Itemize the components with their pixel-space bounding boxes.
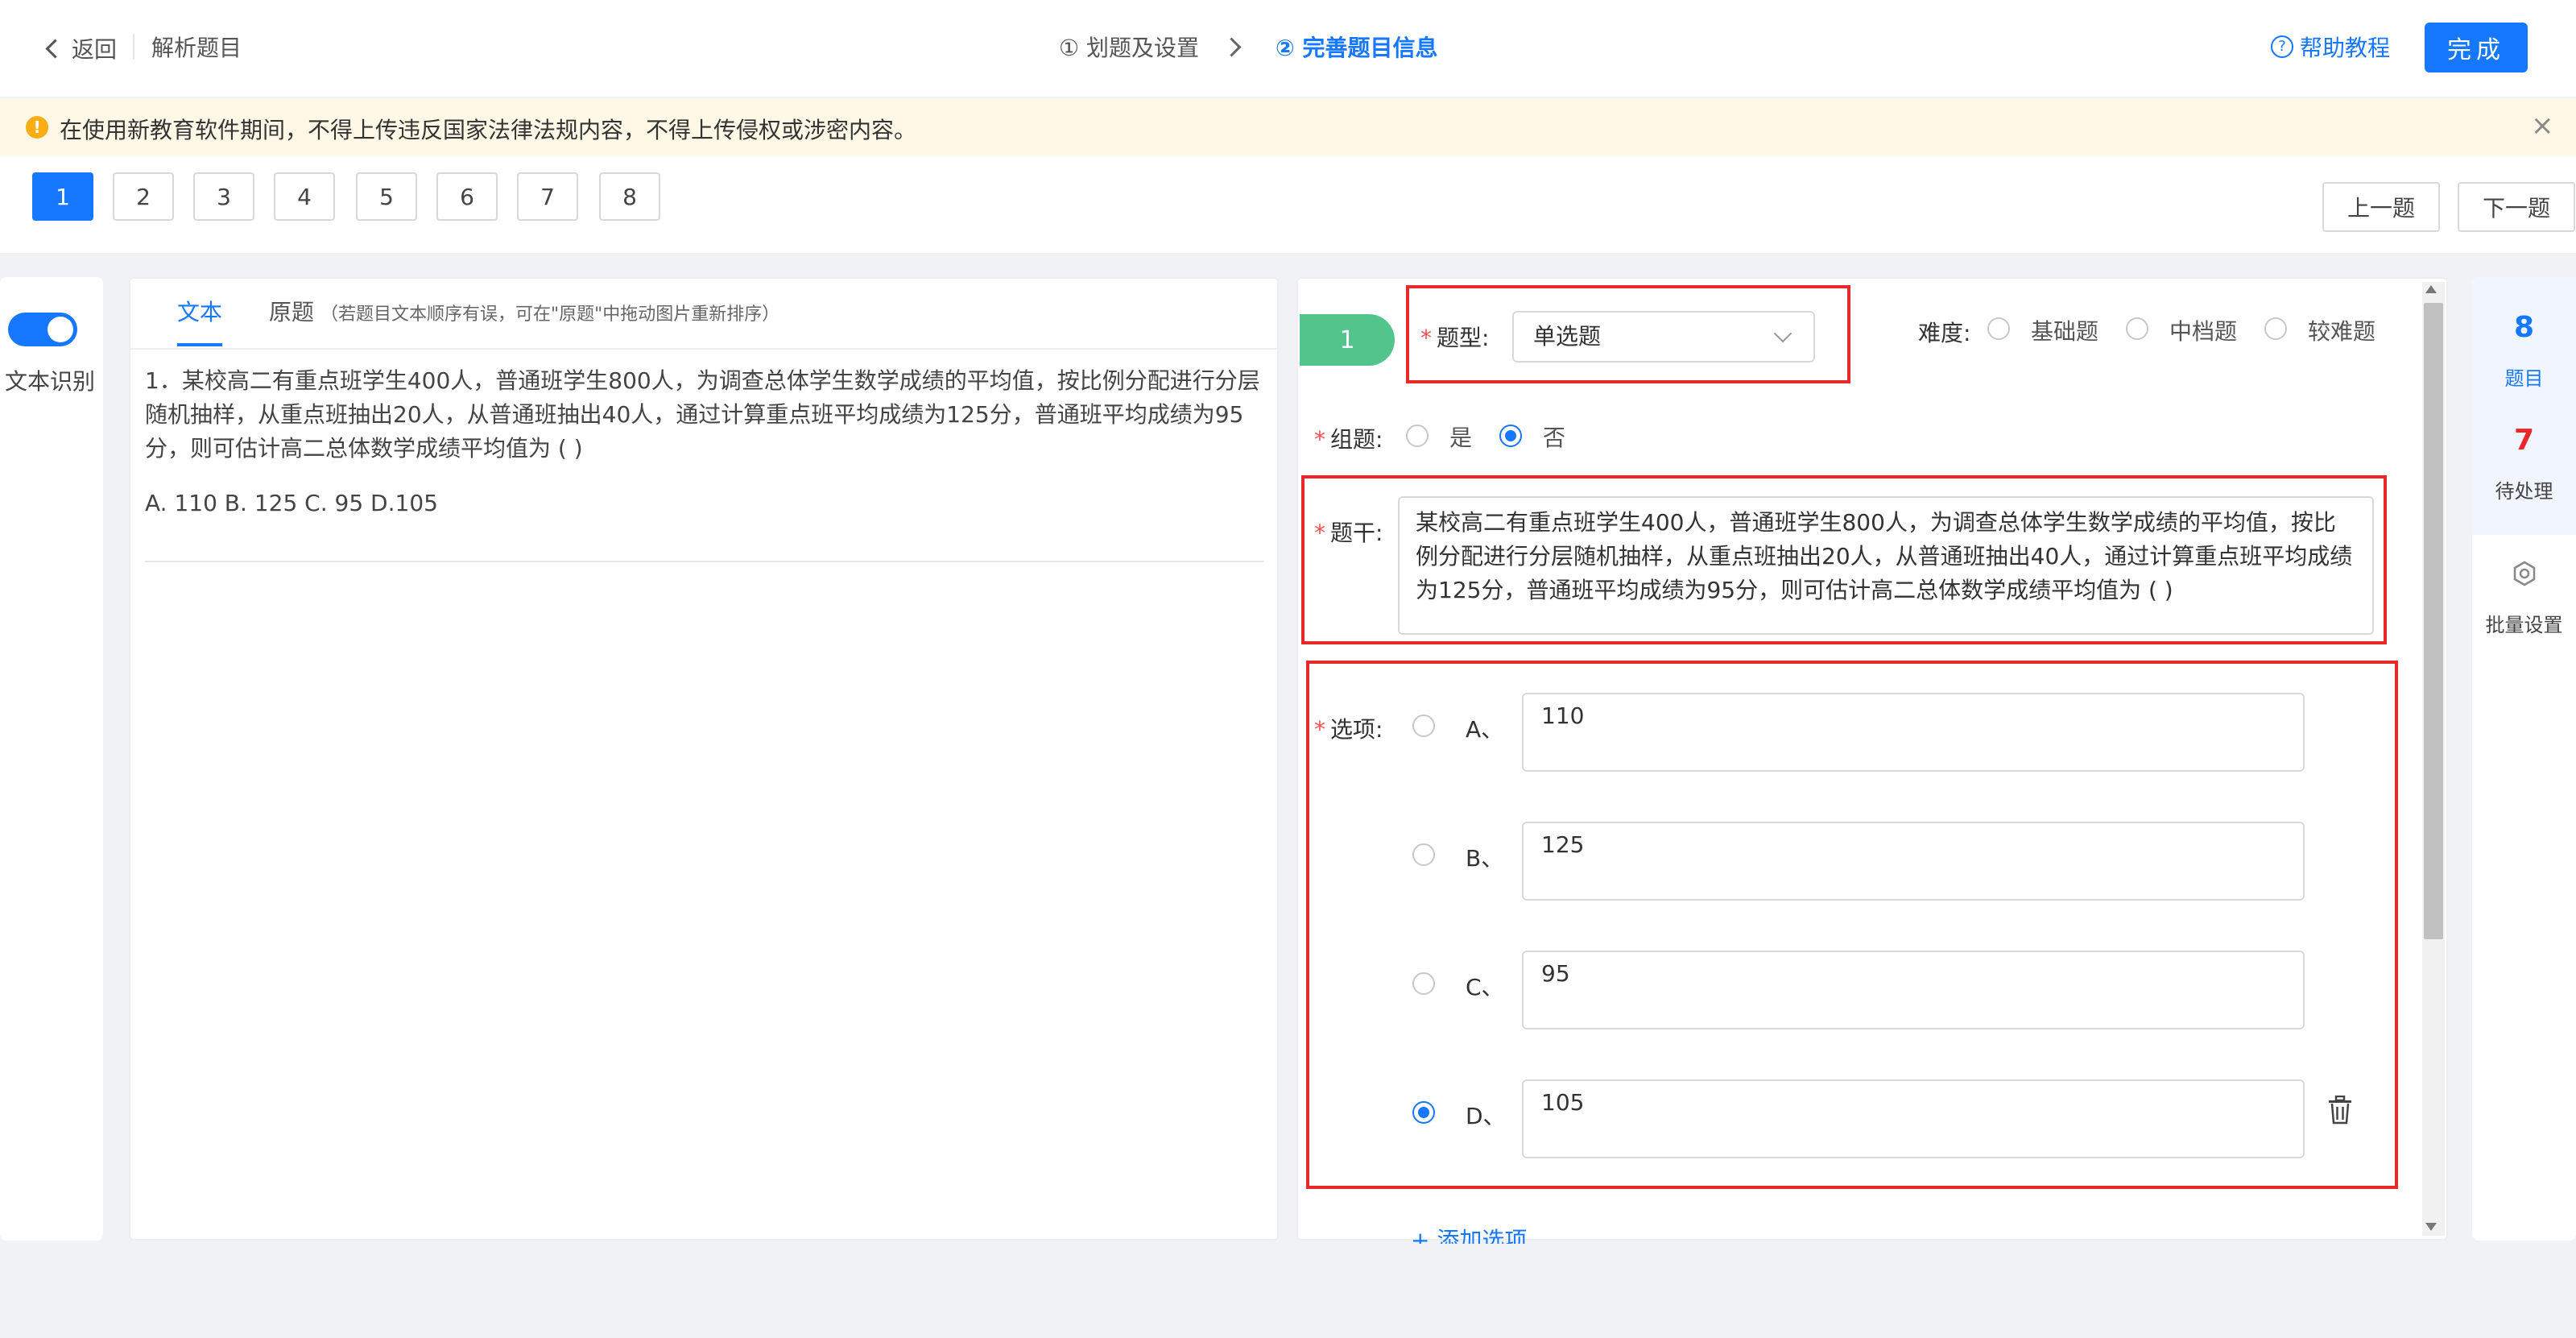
prev-question-button[interactable]: 上一题 [2322, 182, 2440, 232]
batch-settings-label[interactable]: 批量设置 [2472, 609, 2576, 637]
group-label: * 组题: [1314, 426, 1383, 453]
next-question-button[interactable]: 下一题 [2458, 182, 2575, 232]
tabs-divider [130, 348, 1277, 350]
difficulty-medium-label: 中档题 [2169, 318, 2238, 345]
notice-text: 在使用新教育软件期间，不得上传违反国家法律法规内容，不得上传侵权或涉密内容。 [60, 117, 917, 143]
tab-text[interactable]: 文本 [177, 295, 222, 327]
chevron-right-icon [1222, 36, 1242, 57]
question-number-badge: 1 [1300, 314, 1395, 366]
help-link[interactable]: ? 帮助教程 [2271, 31, 2390, 63]
page-button-3[interactable]: 3 [193, 172, 254, 221]
group-yes-label: 是 [1449, 425, 1473, 451]
tab-original[interactable]: 原题 （若题目文本顺序有误，可在"原题"中拖动图片重新排序） [269, 295, 779, 327]
footer-area [0, 1257, 2576, 1338]
back-button[interactable]: 返回 [45, 32, 118, 64]
page-button-5[interactable]: 5 [356, 172, 417, 221]
page-button-6[interactable]: 6 [436, 172, 498, 221]
group-radio-no[interactable] [1499, 425, 1522, 447]
total-count[interactable]: 8 [2472, 311, 2576, 344]
difficulty-basic-label: 基础题 [2031, 318, 2099, 345]
step-1[interactable]: ① 划题及设置 [1059, 31, 1199, 63]
difficulty-radio-medium[interactable] [2126, 317, 2148, 340]
pending-count[interactable]: 7 [2472, 424, 2576, 457]
step-2[interactable]: ② 完善题目信息 [1276, 31, 1437, 63]
header-divider [133, 34, 134, 60]
gear-icon[interactable] [2512, 561, 2537, 586]
page-button-1[interactable]: 1 [32, 172, 93, 221]
ocr-panel [0, 277, 103, 1241]
difficulty-label: 难度: [1918, 320, 1971, 346]
page-button-4[interactable]: 4 [274, 172, 335, 221]
page-title: 解析题目 [151, 35, 242, 61]
source-options-text: A. 110 B. 125 C. 95 D.105 [145, 490, 438, 516]
scrollbar-thumb[interactable] [2424, 303, 2443, 939]
source-question-text: 1．某校高二有重点班学生400人，普通班学生800人，为调查总体学生数学成绩的平… [145, 367, 1260, 462]
question-circle-icon: ? [2271, 35, 2293, 58]
scroll-up-arrow-icon[interactable] [2425, 285, 2437, 293]
help-label: 帮助教程 [2300, 35, 2391, 61]
total-label: 题目 [2504, 367, 2544, 390]
scroll-down-arrow-icon[interactable] [2425, 1223, 2437, 1231]
chevron-left-icon [45, 38, 65, 59]
question-pager: 1 2 3 4 5 6 7 8 上一题 下一题 [0, 156, 2576, 253]
done-button[interactable]: 完成 [2425, 23, 2528, 72]
active-tab-underline [177, 343, 222, 346]
difficulty-hard-label: 较难题 [2308, 318, 2376, 345]
step-indicator: ① 划题及设置 ② 完善题目信息 [1059, 31, 1437, 63]
page-button-8[interactable]: 8 [599, 172, 660, 221]
difficulty-radio-basic[interactable] [1987, 317, 2010, 340]
group-no-label: 否 [1543, 425, 1566, 451]
add-option-link[interactable]: + 添加选项 [1411, 1223, 1527, 1244]
close-icon[interactable]: × [2531, 110, 2554, 142]
back-label: 返回 [72, 36, 118, 63]
ocr-label: 文本识别 [5, 368, 96, 395]
source-divider [145, 561, 1264, 562]
highlight-box-options [1306, 661, 2398, 1189]
ocr-toggle[interactable] [8, 313, 77, 346]
highlight-box-stem [1301, 475, 2387, 644]
toggle-knob [48, 317, 73, 342]
group-radio-yes[interactable] [1406, 425, 1429, 447]
highlight-box-type [1406, 285, 1850, 383]
page-button-2[interactable]: 2 [113, 172, 174, 221]
notice-banner: ! 在使用新教育软件期间，不得上传违反国家法律法规内容，不得上传侵权或涉密内容。… [0, 98, 2576, 156]
page-button-7[interactable]: 7 [517, 172, 578, 221]
tab-original-label: 原题 [269, 299, 315, 325]
warning-icon: ! [26, 116, 48, 139]
tab-original-note: （若题目文本顺序有误，可在"原题"中拖动图片重新排序） [320, 304, 780, 325]
difficulty-radio-hard[interactable] [2264, 317, 2287, 340]
pending-label: 待处理 [2495, 480, 2553, 503]
